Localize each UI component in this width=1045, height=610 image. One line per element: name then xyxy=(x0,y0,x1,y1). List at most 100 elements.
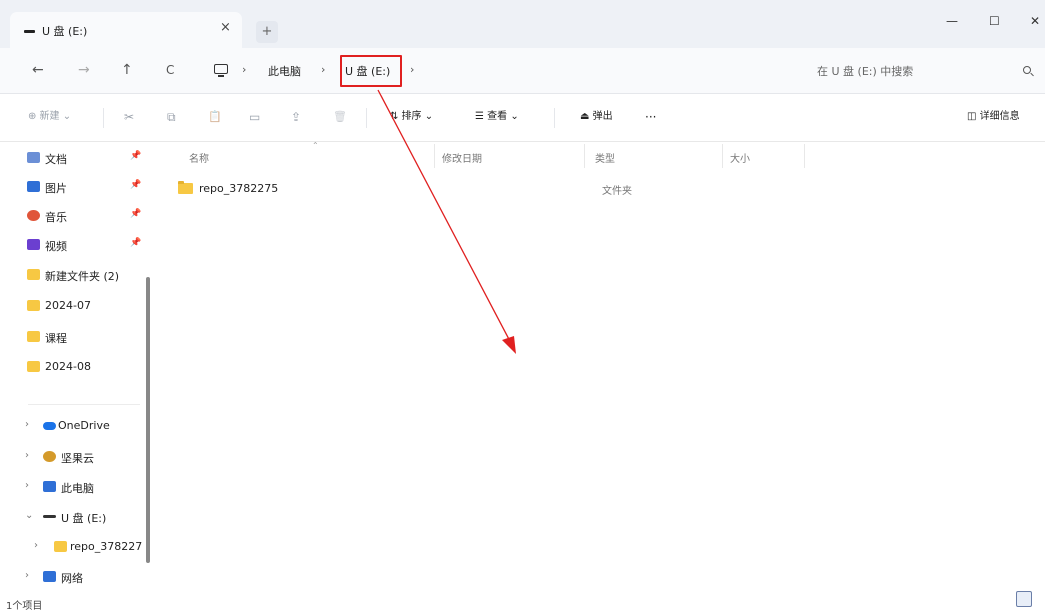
sidebar-item-label: OneDrive xyxy=(58,419,110,432)
command-toolbar: ⊕ 新建 ⌄ ✂ ⧉ 📋 ▭ ⇪ 🗑 ⇅ 排序 ⌄ ☰ 查看 ⌄ ⏏ 弹出 ··… xyxy=(0,94,1045,142)
delete-icon[interactable]: 🗑 xyxy=(333,110,347,124)
chevron-right-icon[interactable]: › xyxy=(34,540,38,551)
up-button[interactable]: ↑ xyxy=(121,63,133,77)
sidebar-item-label: repo_378227 xyxy=(70,540,143,553)
close-window-button[interactable]: ✕ xyxy=(1030,14,1040,28)
table-row[interactable]: repo_3782275 文件夹 xyxy=(172,178,812,200)
details-pane-button[interactable]: ◫ 详细信息 xyxy=(967,110,1020,124)
chevron-right-icon[interactable]: › xyxy=(25,419,29,430)
folder-icon xyxy=(27,361,40,372)
column-header-modified[interactable]: 修改日期 xyxy=(442,150,482,165)
sidebar-item-network[interactable]: › 网络 xyxy=(0,567,150,587)
eject-button[interactable]: ⏏ 弹出 xyxy=(580,110,613,124)
sidebar-item-repo[interactable]: › repo_378227 xyxy=(0,537,150,557)
sidebar-item-label: 课程 xyxy=(45,332,67,345)
folder-icon xyxy=(27,269,40,280)
column-divider[interactable] xyxy=(434,144,435,168)
sidebar-item-label: 图片 xyxy=(45,182,67,195)
search-box[interactable]: 在 U 盘 (E:) 中搜索 xyxy=(805,55,1040,87)
file-type: 文件夹 xyxy=(602,186,632,197)
picture-icon xyxy=(27,181,40,192)
sidebar-item-label: 音乐 xyxy=(45,211,67,224)
cut-icon[interactable]: ✂ xyxy=(124,110,134,124)
sidebar-item-pictures[interactable]: 图片 📌 xyxy=(0,177,150,197)
sidebar-item-2024-07[interactable]: 2024-07 xyxy=(0,296,150,316)
sidebar-item-new-folder-2[interactable]: 新建文件夹 (2) xyxy=(0,265,150,285)
folder-icon xyxy=(27,331,40,342)
onedrive-icon xyxy=(43,422,56,430)
maximize-button[interactable]: ☐ xyxy=(989,14,1000,28)
column-header-size[interactable]: 大小 xyxy=(730,150,750,165)
sidebar-item-documents[interactable]: 文档 📌 xyxy=(0,148,150,168)
usb-drive-icon xyxy=(43,515,56,518)
copy-icon[interactable]: ⧉ xyxy=(167,110,176,124)
sidebar-item-courses[interactable]: 课程 xyxy=(0,327,150,347)
new-button[interactable]: ⊕ 新建 ⌄ xyxy=(28,110,71,124)
column-divider[interactable] xyxy=(804,144,805,168)
sidebar-item-nutstore[interactable]: › 坚果云 xyxy=(0,447,150,467)
document-icon xyxy=(27,152,40,163)
sidebar-item-onedrive[interactable]: › OneDrive xyxy=(0,416,150,436)
usb-drive-icon xyxy=(24,30,35,33)
share-icon[interactable]: ⇪ xyxy=(291,110,301,124)
sidebar-item-label: 2024-08 xyxy=(45,360,91,373)
sort-ascending-icon: ⌃ xyxy=(312,141,319,150)
column-header-type[interactable]: 类型 xyxy=(595,150,615,165)
pin-icon: 📌 xyxy=(130,238,142,248)
refresh-button[interactable]: C xyxy=(166,63,174,77)
toolbar-divider xyxy=(366,108,367,128)
close-tab-icon[interactable]: × xyxy=(220,21,231,35)
details-view-button[interactable] xyxy=(1016,591,1032,607)
column-divider[interactable] xyxy=(722,144,723,168)
sidebar-item-videos[interactable]: 视频 📌 xyxy=(0,235,150,255)
chevron-right-icon[interactable]: › xyxy=(25,480,29,491)
folder-icon xyxy=(178,181,193,194)
search-input[interactable]: 在 U 盘 (E:) 中搜索 xyxy=(817,63,913,79)
sidebar-item-label: 视频 xyxy=(45,240,67,253)
back-button[interactable]: ← xyxy=(32,63,44,77)
navigation-bar: ← → ↑ C › 此电脑 › U 盘 (E:) › 在 U 盘 (E:) 中搜… xyxy=(0,48,1045,94)
chevron-down-icon[interactable]: ⌄ xyxy=(25,510,33,521)
sidebar-item-label: 新建文件夹 (2) xyxy=(45,270,120,283)
tab-u-drive[interactable]: U 盘 (E:) × xyxy=(10,12,242,48)
sidebar-divider xyxy=(28,404,140,405)
view-button[interactable]: ☰ 查看 ⌄ xyxy=(475,110,519,124)
column-divider[interactable] xyxy=(584,144,585,168)
item-count: 1个项目 xyxy=(6,601,43,610)
file-name: repo_3782275 xyxy=(199,182,279,195)
sidebar-item-label: 文档 xyxy=(45,153,67,166)
sidebar-item-label: 此电脑 xyxy=(61,482,94,495)
chevron-right-icon[interactable]: › xyxy=(25,450,29,461)
search-icon[interactable] xyxy=(1023,66,1031,74)
address-bar[interactable]: › 此电脑 › U 盘 (E:) › xyxy=(204,55,798,87)
more-options-button[interactable]: ··· xyxy=(645,110,656,124)
pc-icon xyxy=(43,481,56,492)
pin-icon: 📌 xyxy=(130,209,142,219)
sidebar-item-u-drive[interactable]: ⌄ U 盘 (E:) xyxy=(0,507,150,527)
toolbar-divider xyxy=(103,108,104,128)
folder-icon xyxy=(27,300,40,311)
rename-icon[interactable]: ▭ xyxy=(249,110,260,124)
chevron-right-icon[interactable]: › xyxy=(25,570,29,581)
sidebar-scrollbar[interactable] xyxy=(146,277,150,563)
breadcrumb-this-pc[interactable]: 此电脑 xyxy=(268,63,301,79)
sidebar-item-2024-08[interactable]: 2024-08 xyxy=(0,357,150,377)
sidebar-item-label: 网络 xyxy=(61,572,83,585)
folder-icon xyxy=(54,541,67,552)
sort-button[interactable]: ⇅ 排序 ⌄ xyxy=(390,110,433,124)
forward-button[interactable]: → xyxy=(78,63,90,77)
tab-title: U 盘 (E:) xyxy=(42,25,88,38)
sidebar-item-label: U 盘 (E:) xyxy=(61,512,107,525)
music-icon xyxy=(27,210,40,221)
minimize-button[interactable]: — xyxy=(946,14,958,28)
sidebar-item-label: 坚果云 xyxy=(61,452,94,465)
new-tab-button[interactable]: + xyxy=(256,21,278,43)
computer-icon xyxy=(214,64,228,77)
breadcrumb-separator: › xyxy=(321,63,326,76)
column-header-name[interactable]: 名称 xyxy=(189,150,209,165)
toolbar-divider xyxy=(554,108,555,128)
paste-icon[interactable]: 📋 xyxy=(208,110,222,124)
network-icon xyxy=(43,571,56,582)
sidebar-item-this-pc[interactable]: › 此电脑 xyxy=(0,477,150,497)
sidebar-item-music[interactable]: 音乐 📌 xyxy=(0,206,150,226)
